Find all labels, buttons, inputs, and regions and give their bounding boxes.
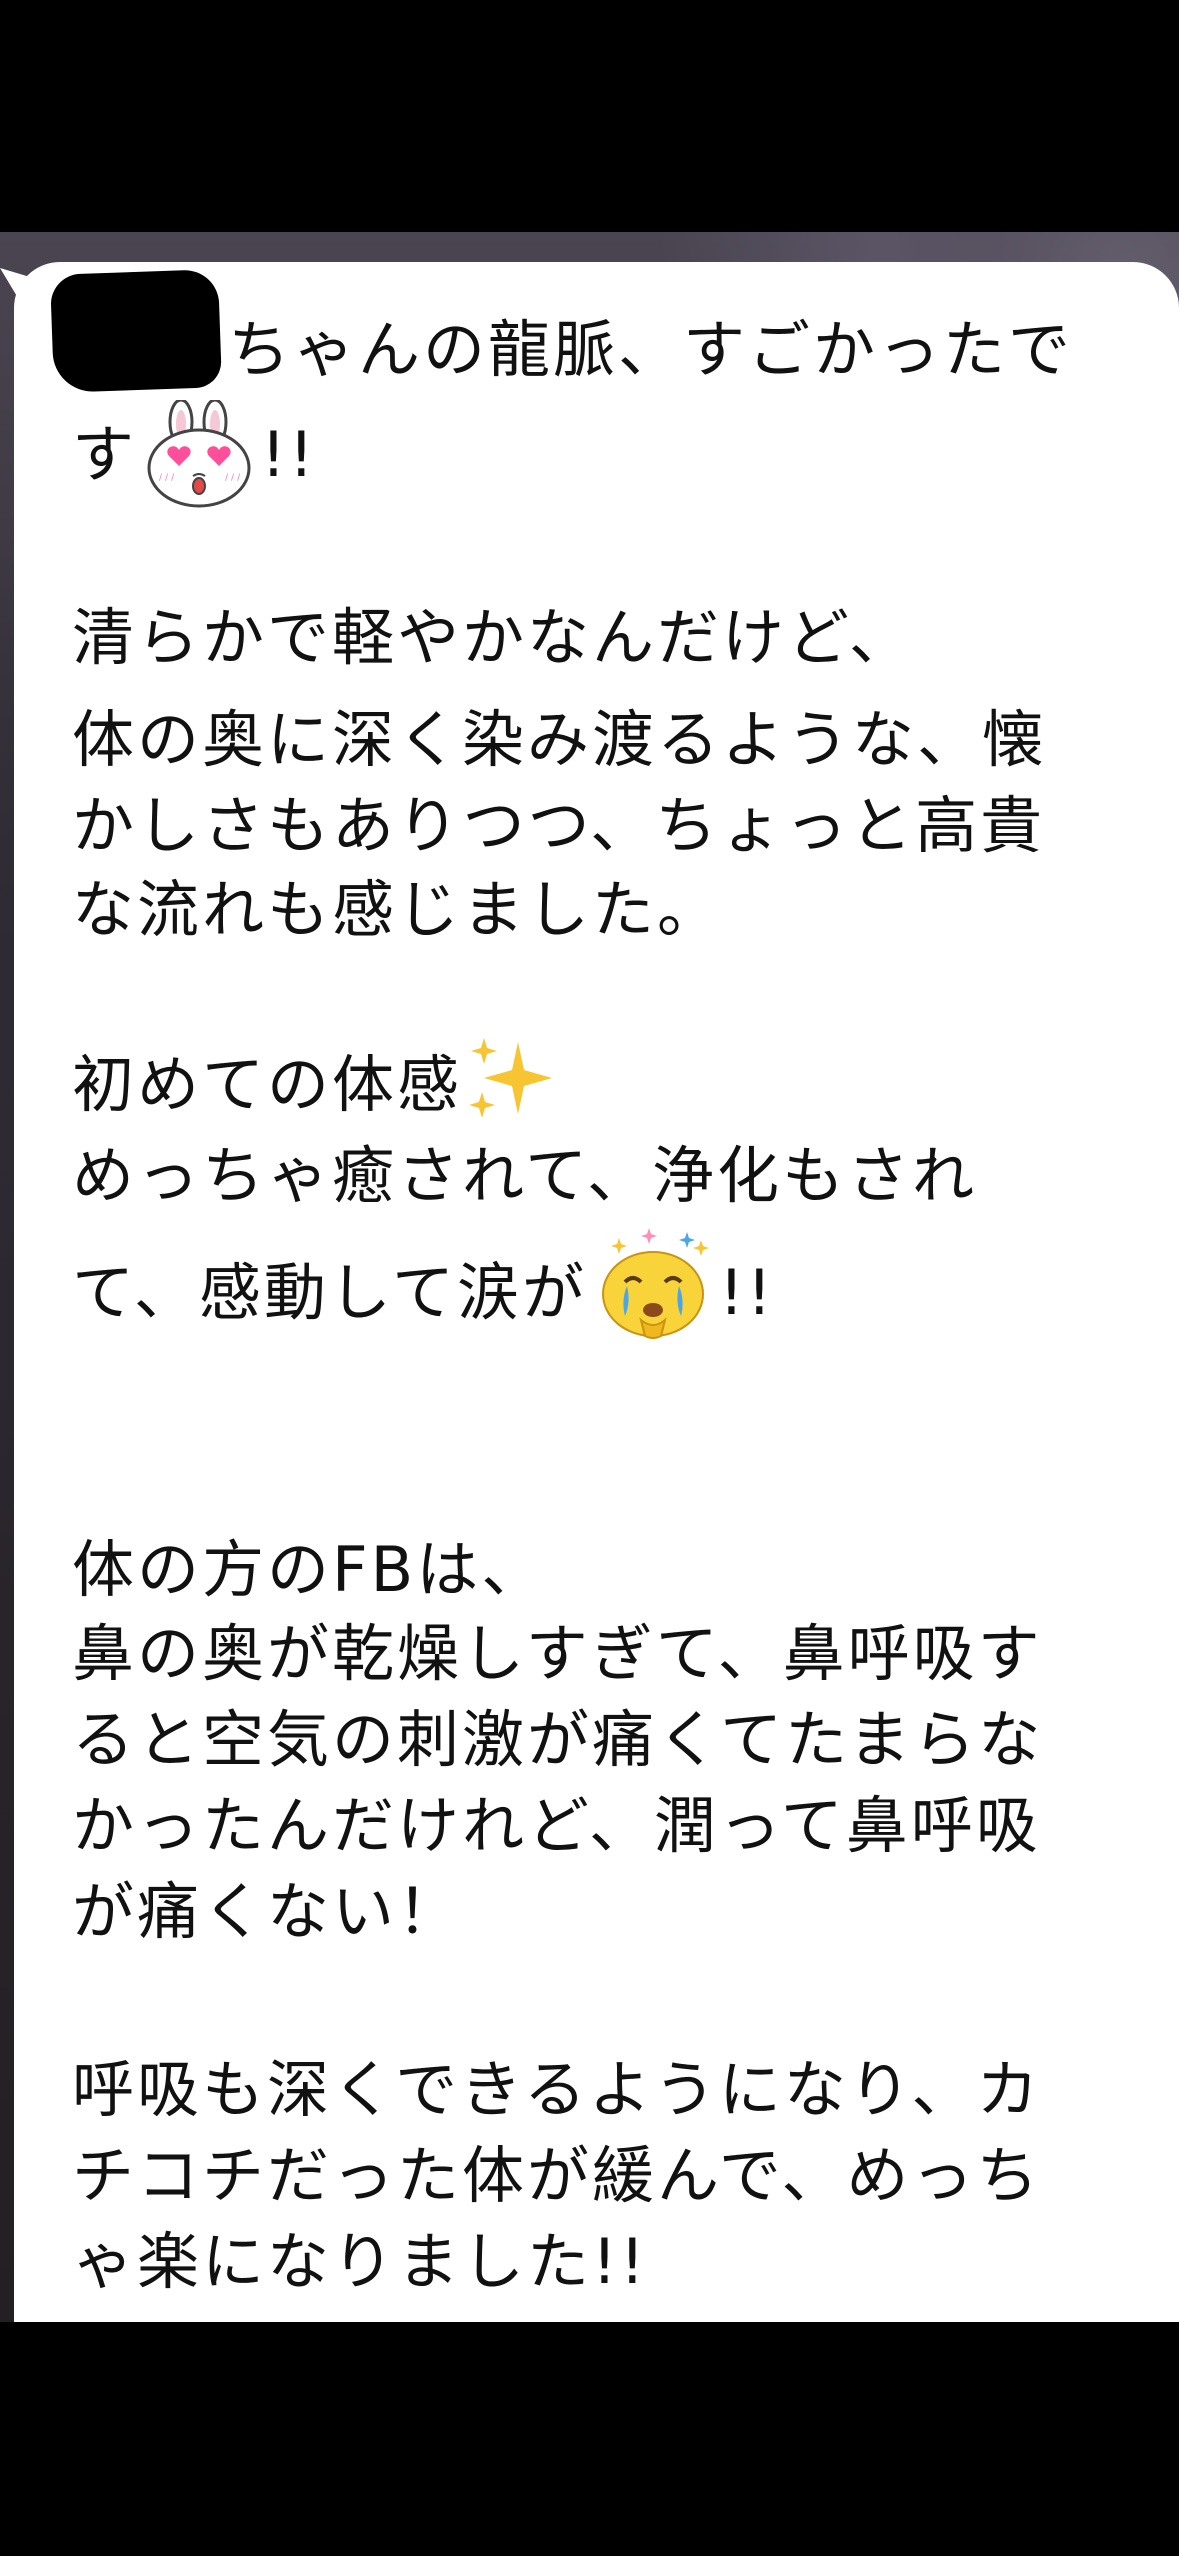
message-text: !!	[261, 418, 317, 491]
top-letterbox	[0, 0, 1179, 232]
message-line: 体の方のFBは、	[72, 1530, 546, 1610]
message-text: が痛くない！	[72, 1875, 463, 1948]
svg-text:///: ///	[225, 473, 243, 483]
message-text: 体の方のFBは、	[72, 1533, 547, 1606]
bottom-letterbox	[0, 2322, 1179, 2556]
message-text: !!	[592, 2225, 648, 2298]
message-text: 体の奥に深く染み渡るような、懐	[72, 703, 1048, 776]
message-text: ると空気の刺激が痛くてたまらな	[72, 1703, 1044, 1776]
redacted-name	[49, 269, 223, 393]
message-text: かったんだけれど、潤って鼻呼吸	[72, 1789, 1041, 1862]
message-text: !!	[719, 1256, 775, 1329]
message-text: かしさもありつつ、ちょっと高貴	[72, 789, 1046, 862]
message-text: な流れも感じました。	[72, 873, 723, 946]
sparkles-emoji	[466, 1034, 558, 1126]
svg-text:///: ///	[159, 473, 177, 483]
message-text: 鼻の奥が乾燥しすぎて、鼻呼吸す	[72, 1617, 1043, 1690]
message-text: す	[72, 418, 138, 491]
crying-tears-sticker	[591, 1224, 715, 1342]
message-line: て、感動して涙が !!	[72, 1228, 775, 1342]
bunny-heart-eyes-sticker: /// ///	[141, 398, 257, 510]
message-text: ちゃんの龍脈、すごかったで	[228, 313, 1074, 386]
message-line: 初めての体感	[72, 1038, 558, 1126]
message-line: 鼻の奥が乾燥しすぎて、鼻呼吸す	[72, 1614, 1043, 1694]
message-line: な流れも感じました。	[72, 870, 722, 950]
message-line: 呼吸も深くできるようになり、カ	[72, 2050, 1041, 2130]
message-text: 初めての体感	[72, 1048, 463, 1121]
message-line: かしさもありつつ、ちょっと高貴	[72, 786, 1045, 866]
message-line: めっちゃ癒されて、浄化もされ	[72, 1136, 977, 1216]
message-text: めっちゃ癒されて、浄化もされ	[72, 1139, 978, 1212]
message-line: チコチだった体が緩んで、めっち	[72, 2136, 1041, 2216]
message-line: が痛くない！	[72, 1872, 462, 1952]
message-line: ると空気の刺激が痛くてたまらな	[72, 1700, 1043, 1780]
message-line: す /// /// !!	[72, 398, 317, 510]
message-text: 清らかで軽やかなんだけど、	[72, 601, 914, 674]
message-line: かったんだけれど、潤って鼻呼吸	[72, 1786, 1041, 1866]
message-text: て、感動して涙が	[72, 1256, 588, 1329]
message-line: ゃ楽になりました!!	[72, 2222, 648, 2302]
message-text: ゃ楽になりました	[72, 2225, 593, 2298]
message-text: 呼吸も深くできるようになり、カ	[72, 2053, 1042, 2126]
message-text: チコチだった体が緩んで、めっち	[72, 2139, 1042, 2212]
message-line: 体の奥に深く染み渡るような、懐	[72, 700, 1047, 780]
message-line: ちゃんの龍脈、すごかったで	[228, 310, 1073, 390]
message-line: 清らかで軽やかなんだけど、	[72, 598, 914, 678]
